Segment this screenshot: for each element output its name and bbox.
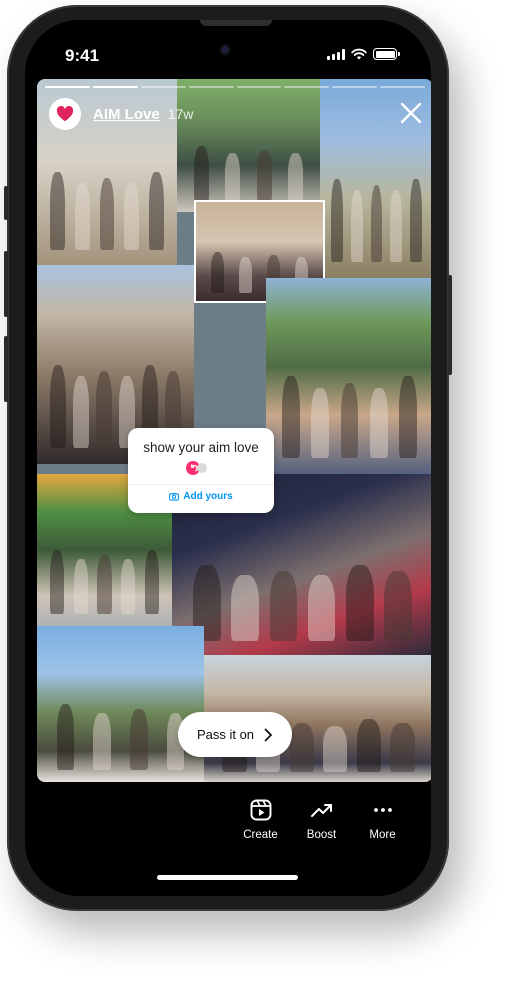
sticker-divider <box>128 484 274 485</box>
add-yours-sticker[interactable]: show your aim love Add yours <box>128 428 274 513</box>
more-button[interactable]: More <box>352 798 413 841</box>
chevron-right-icon <box>264 728 272 741</box>
phone-frame: 9:41 AIM Love 17w show your aim love Add… <box>4 5 452 911</box>
phone-screen: 9:41 AIM Love 17w show your aim love Add… <box>25 20 431 896</box>
status-time: 9:41 <box>65 46 100 65</box>
collage-photo <box>37 626 204 782</box>
battery-level <box>375 50 395 58</box>
pass-it-on-button[interactable]: Pass it on <box>178 712 292 757</box>
mute-switch <box>4 186 8 220</box>
status-icons <box>327 48 400 60</box>
story-time-ago: 17w <box>167 106 194 122</box>
story-progress-bar <box>45 86 425 88</box>
story-header: AIM Love 17w <box>49 98 193 130</box>
profile-avatar[interactable] <box>49 98 81 130</box>
add-yours-participants <box>186 461 207 475</box>
home-indicator[interactable] <box>157 875 298 880</box>
progress-segment <box>380 86 425 88</box>
progress-segment <box>188 86 234 88</box>
wifi-icon <box>351 48 367 60</box>
close-button[interactable] <box>399 101 423 125</box>
collage-photo <box>266 278 431 474</box>
volume-up-button <box>4 251 8 317</box>
create-button[interactable]: Create <box>230 798 291 841</box>
progress-segment <box>284 86 330 88</box>
collage-photo <box>177 79 320 212</box>
add-yours-prompt: show your aim love <box>143 440 259 455</box>
speaker-grille <box>200 20 272 26</box>
story-actions-bar: Create Boost More <box>230 798 413 841</box>
progress-segment <box>92 86 138 88</box>
progress-segment <box>45 86 90 88</box>
volume-down-button <box>4 336 8 402</box>
cellular-signal-icon <box>327 48 345 60</box>
progress-segment <box>140 86 186 88</box>
power-button <box>448 275 452 375</box>
progress-segment <box>236 86 282 88</box>
close-icon <box>400 102 422 124</box>
front-camera <box>221 46 229 54</box>
more-label: More <box>369 829 396 841</box>
participant-avatar <box>197 463 207 473</box>
boost-button[interactable]: Boost <box>291 798 352 841</box>
add-yours-button[interactable]: Add yours <box>128 491 274 502</box>
battery-icon <box>373 48 400 60</box>
pass-it-on-label: Pass it on <box>196 727 255 742</box>
heart-icon <box>56 106 74 122</box>
camera-icon <box>169 492 180 501</box>
more-icon <box>373 808 392 812</box>
reels-icon <box>250 799 271 821</box>
story-viewer[interactable]: AIM Love 17w show your aim love Add your… <box>37 79 431 782</box>
progress-segment <box>332 86 378 88</box>
boost-label: Boost <box>306 829 337 841</box>
trending-up-icon <box>310 804 332 817</box>
story-username[interactable]: AIM Love <box>93 106 160 123</box>
add-yours-label: Add yours <box>183 491 233 502</box>
create-label: Create <box>243 829 278 841</box>
